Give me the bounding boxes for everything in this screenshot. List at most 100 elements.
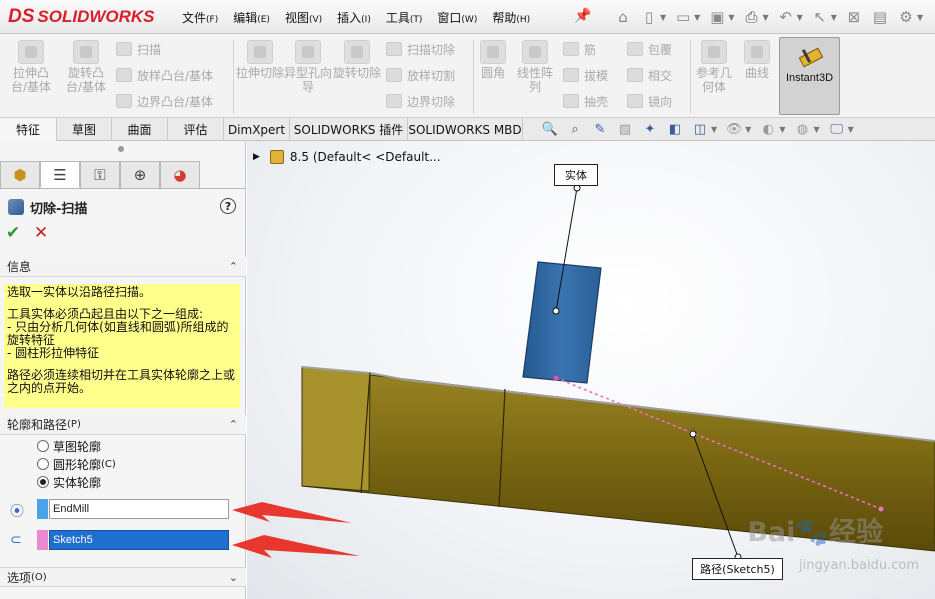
save-icon[interactable]: ▣ [706, 6, 728, 28]
draft-button[interactable]: 拔模 [563, 64, 608, 86]
info-section-header[interactable]: 信息 ⌃ [0, 257, 246, 277]
tool-body-endmill[interactable] [522, 261, 602, 384]
tab-features[interactable]: 特征 [0, 118, 57, 141]
menu-item[interactable]: 编辑(E) [233, 9, 270, 26]
chevron-down-icon[interactable]: ▼ [728, 13, 734, 22]
menu-item[interactable]: 窗口(W) [437, 9, 477, 26]
undo-icon[interactable]: ↶ [775, 6, 797, 28]
tab-solidworks-addins[interactable]: SOLIDWORKS 插件 [290, 118, 408, 141]
panel-grip[interactable] [118, 146, 124, 152]
extrude-cut-button[interactable]: 拉伸切除 [234, 40, 286, 80]
chevron-down-icon[interactable]: ⌄ [229, 571, 238, 584]
radio-circular-profile[interactable]: 圆形轮廓 (C) [37, 455, 116, 473]
chevron-down-icon[interactable]: ▼ [711, 125, 717, 134]
graphics-area[interactable]: ▶ 8.5 (Default< <Default... 实体 路径(Sketch… [247, 141, 935, 599]
menu-item[interactable]: 视图(V) [285, 9, 322, 26]
sweep-button[interactable]: 扫描 [116, 38, 161, 60]
options-gear-icon[interactable]: ⚙ [895, 6, 917, 28]
chevron-down-icon[interactable]: ▼ [762, 13, 768, 22]
boundary-cut-button[interactable]: 边界切除 [386, 90, 455, 112]
path-start-point[interactable] [553, 375, 559, 381]
revolve-boss-button[interactable]: 旋转凸台/基体 [60, 40, 112, 94]
chevron-up-icon[interactable]: ⌃ [229, 260, 238, 273]
view-settings-monitor-icon[interactable]: 🖵 [827, 121, 847, 139]
open-folder-icon[interactable]: ▭ [672, 6, 694, 28]
radio-button-selected[interactable] [37, 476, 49, 488]
hole-wizard-button[interactable]: 异型孔向导 [282, 40, 334, 94]
property-manager-tab[interactable]: ☰ [40, 161, 80, 188]
previous-view-icon[interactable]: ✎ [590, 121, 610, 139]
fillet-button[interactable]: 圆角 [472, 40, 514, 80]
radio-button[interactable] [37, 458, 49, 470]
file-properties-icon[interactable]: ▤ [869, 6, 891, 28]
tab-evaluate[interactable]: 评估 [168, 118, 224, 141]
loft-boss-button[interactable]: 放样凸台/基体 [116, 64, 213, 86]
rib-button[interactable]: 筋 [563, 38, 596, 60]
dimxpert-manager-tab[interactable]: ⊕ [120, 161, 160, 188]
home-icon[interactable]: ⌂ [612, 6, 634, 28]
zoom-to-area-icon[interactable]: ⌕ [565, 121, 585, 139]
linear-pattern-button[interactable]: 线性阵列 [512, 40, 558, 94]
curves-button[interactable]: 曲线 [735, 40, 779, 80]
chevron-up-icon[interactable]: ⌃ [229, 418, 238, 431]
part-body-left-face[interactable] [301, 366, 371, 492]
chevron-down-icon[interactable]: ▼ [917, 13, 923, 22]
print-icon[interactable]: ⎙ [740, 6, 762, 28]
configuration-manager-tab[interactable]: ⚿ [80, 161, 120, 188]
boundary-boss-button[interactable]: 边界凸台/基体 [116, 90, 213, 112]
ok-button[interactable]: ✔ [6, 223, 20, 243]
options-section-header[interactable]: 选项 (O) ⌄ [0, 567, 246, 587]
select-cursor-icon[interactable]: ↖ [809, 6, 831, 28]
tab-dimxpert[interactable]: DimXpert [224, 118, 290, 141]
cancel-button[interactable]: ✕ [34, 223, 48, 243]
sweep-cut-button[interactable]: 扫描切除 [386, 38, 455, 60]
shell-button[interactable]: 抽壳 [563, 90, 608, 112]
menu-item[interactable]: 帮助(H) [492, 9, 530, 26]
chevron-down-icon[interactable]: ▼ [813, 125, 819, 134]
solidworks-logo[interactable]: DS SOLIDWORKS [8, 6, 155, 28]
intersect-button[interactable]: 相交 [627, 64, 672, 86]
chevron-down-icon[interactable]: ▼ [848, 125, 854, 134]
instant3d-button[interactable]: Instant3D [779, 37, 840, 115]
radio-solid-profile[interactable]: 实体轮廓 [37, 473, 101, 491]
reference-geometry-button[interactable]: 参考几何体 [692, 40, 736, 94]
callout-solid-body[interactable]: 实体 [554, 164, 598, 186]
tool-body-selection-box[interactable]: EndMill [49, 499, 229, 519]
apply-scene-icon[interactable]: ◍ [792, 121, 812, 139]
mirror-button[interactable]: 镜向 [627, 90, 672, 112]
edit-appearance-icon[interactable]: ◐ [758, 121, 778, 139]
tab-sketch[interactable]: 草图 [57, 118, 112, 141]
display-style-icon[interactable]: ◫ [690, 121, 710, 139]
dynamic-annotation-icon[interactable]: ✦ [640, 121, 660, 139]
loft-cut-button[interactable]: 放样切割 [386, 64, 455, 86]
chevron-down-icon[interactable]: ▼ [779, 125, 785, 134]
profile-path-section-header[interactable]: 轮廓和路径 (P) ⌃ [0, 415, 246, 435]
chevron-down-icon[interactable]: ▼ [745, 125, 751, 134]
display-manager-tab[interactable]: ◕ [160, 161, 200, 188]
menu-item[interactable]: 文件(F) [182, 9, 218, 26]
chevron-down-icon[interactable]: ▼ [831, 13, 837, 22]
new-document-icon[interactable]: ▯ [638, 6, 660, 28]
wrap-button[interactable]: 包覆 [627, 38, 672, 60]
menu-item[interactable]: 插入(I) [337, 9, 371, 26]
rebuild-icon[interactable]: ⊠ [843, 6, 865, 28]
zoom-to-fit-icon[interactable]: 🔍 [540, 121, 560, 139]
menu-item[interactable]: 工具(T) [386, 9, 423, 26]
path-selection-box[interactable]: Sketch5 [49, 530, 229, 550]
radio-button[interactable] [37, 440, 49, 452]
tab-surfaces[interactable]: 曲面 [112, 118, 168, 141]
radio-sketch-profile[interactable]: 草图轮廓 [37, 437, 101, 455]
pin-icon[interactable]: 📌 [574, 8, 591, 24]
extrude-boss-button[interactable]: 拉伸凸台/基体 [5, 40, 57, 94]
chevron-down-icon[interactable]: ▼ [694, 13, 700, 22]
feature-manager-tab[interactable]: ⬢ [0, 161, 40, 188]
callout-path[interactable]: 路径(Sketch5) [692, 558, 783, 580]
section-view-icon[interactable]: ▧ [615, 121, 635, 139]
revolve-cut-button[interactable]: 旋转切除 [331, 40, 383, 80]
chevron-down-icon[interactable]: ▼ [660, 13, 666, 22]
chevron-down-icon[interactable]: ▼ [797, 13, 803, 22]
hide-show-items-icon[interactable]: 👁 [724, 121, 744, 139]
tab-solidworks-mbd[interactable]: SOLIDWORKS MBD [408, 118, 523, 141]
help-icon[interactable]: ? [220, 198, 236, 214]
view-orientation-icon[interactable]: ◧ [665, 121, 685, 139]
